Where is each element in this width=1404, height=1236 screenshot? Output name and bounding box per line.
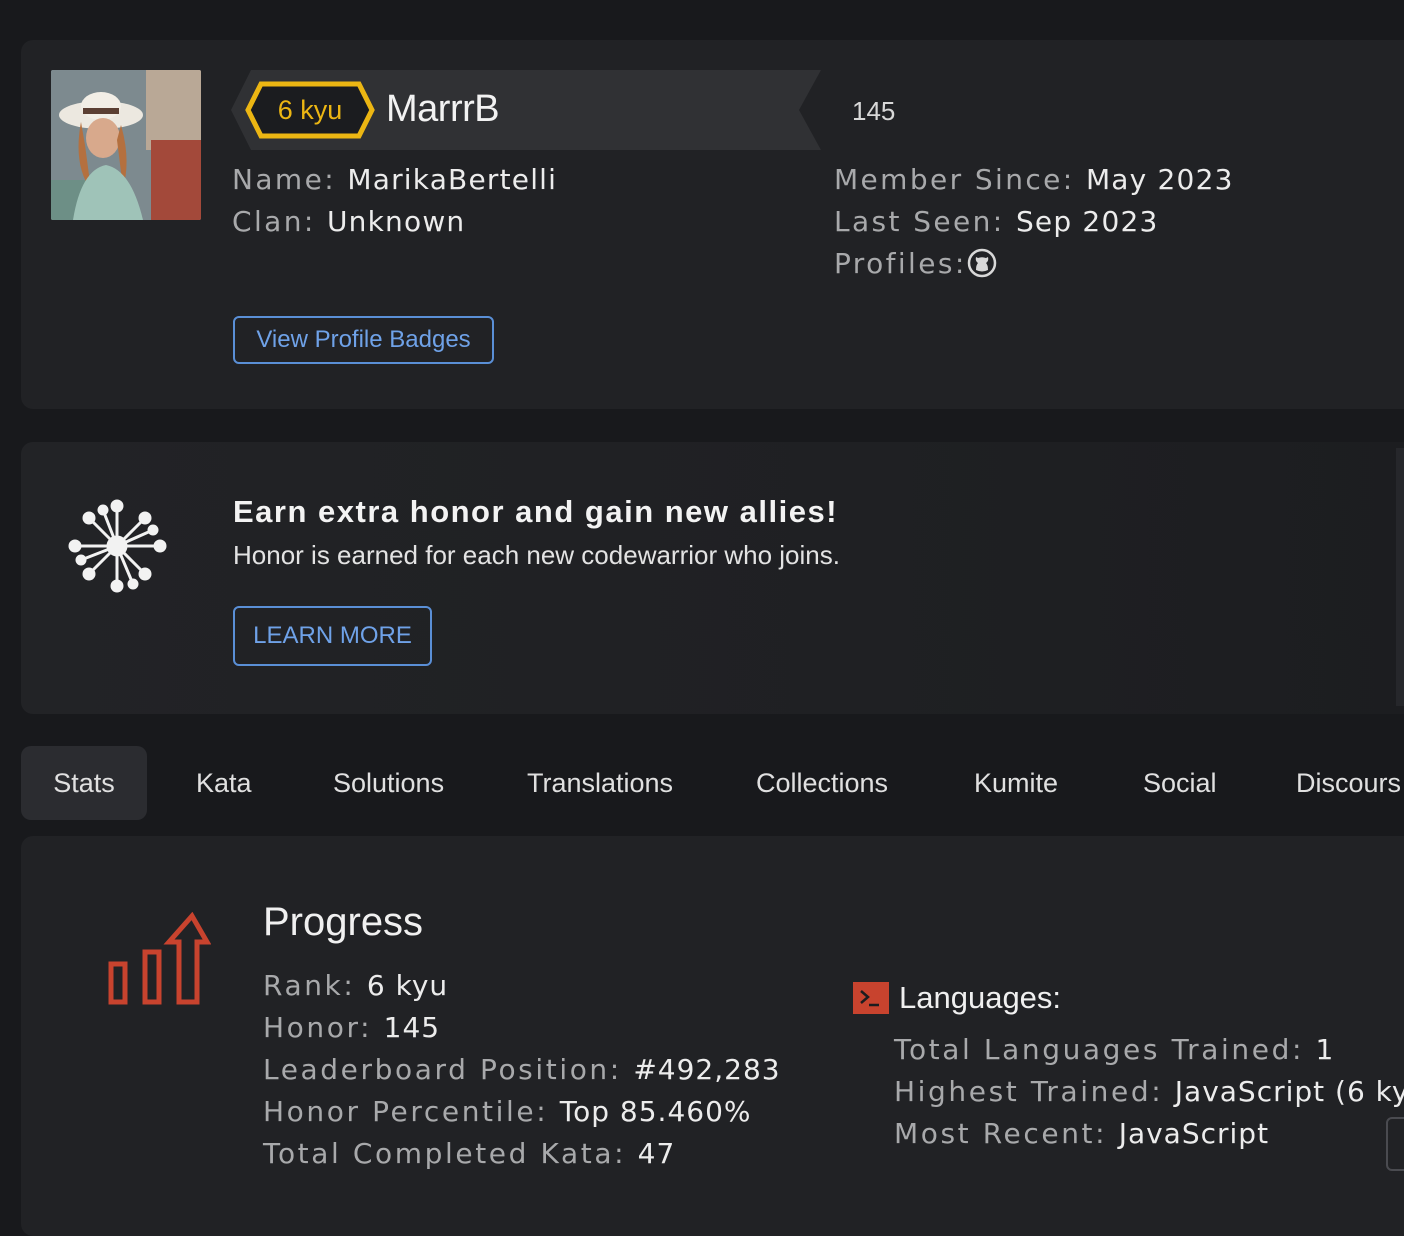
referral-subtitle: Honor is earned for each new codewarrior… xyxy=(233,540,840,570)
percentile-value: Top 85.460% xyxy=(559,1095,752,1128)
profiles-row: Profiles: xyxy=(834,247,997,280)
github-icon[interactable] xyxy=(967,248,997,278)
completed-row: Total Completed Kata: 47 xyxy=(263,1137,675,1170)
total-languages-row: Total Languages Trained: 1 xyxy=(894,1033,1334,1066)
most-recent-label: Most Recent: xyxy=(894,1117,1108,1150)
honor-label: Honor: xyxy=(263,1011,373,1044)
honor-count: 145 xyxy=(852,96,896,126)
network-icon xyxy=(68,499,167,593)
referral-title: Earn extra honor and gain new allies! xyxy=(233,494,839,529)
rank-value: 6 kyu xyxy=(366,969,449,1002)
terminal-icon xyxy=(853,982,889,1014)
tab-kata[interactable]: Kata xyxy=(196,746,252,820)
most-recent-value: JavaScript xyxy=(1118,1117,1270,1150)
total-languages-value: 1 xyxy=(1315,1033,1335,1066)
tab-discourse[interactable]: Discours xyxy=(1296,746,1401,820)
highest-trained-label: Highest Trained: xyxy=(894,1075,1164,1108)
tab-translations[interactable]: Translations xyxy=(527,746,673,820)
username: MarrrB xyxy=(386,88,500,130)
view-profile-badges-button[interactable]: View Profile Badges xyxy=(233,316,494,364)
clan-value: Unknown xyxy=(326,205,466,238)
tab-social[interactable]: Social xyxy=(1143,746,1217,820)
completed-value: 47 xyxy=(637,1137,676,1170)
member-since-value: May 2023 xyxy=(1085,163,1234,196)
rank-row: Rank: 6 kyu xyxy=(263,969,448,1002)
rank-label: Rank: xyxy=(263,969,356,1002)
last-seen-row: Last Seen: Sep 2023 xyxy=(834,205,1159,238)
most-recent-row: Most Recent: JavaScript xyxy=(894,1117,1269,1150)
tab-stats[interactable]: Stats xyxy=(21,746,147,820)
tab-solutions[interactable]: Solutions xyxy=(333,746,444,820)
clan-label: Clan: xyxy=(232,205,316,238)
referral-card: Earn extra honor and gain new allies! Ho… xyxy=(21,442,1404,714)
percentile-label: Honor Percentile: xyxy=(263,1095,549,1128)
leaderboard-row: Leaderboard Position: #492,283 xyxy=(263,1053,781,1086)
name-value: MarikaBertelli xyxy=(347,163,558,196)
honor-value: 145 xyxy=(383,1011,441,1044)
name-label: Name: xyxy=(232,163,337,196)
profile-tabs: Stats Kata Solutions Translations Collec… xyxy=(21,746,1404,820)
percentile-row: Honor Percentile: Top 85.460% xyxy=(263,1095,752,1128)
name-row: Name: MarikaBertelli xyxy=(232,163,557,196)
tab-collections[interactable]: Collections xyxy=(756,746,888,820)
total-languages-label: Total Languages Trained: xyxy=(894,1033,1304,1066)
completed-label: Total Completed Kata: xyxy=(263,1137,627,1170)
languages-title: Languages: xyxy=(899,980,1062,1015)
clan-row: Clan: Unknown xyxy=(232,205,465,238)
scrollbar-edge xyxy=(1396,448,1404,706)
last-seen-value: Sep 2023 xyxy=(1015,205,1159,238)
progress-title: Progress xyxy=(263,900,424,944)
stats-card: Progress Rank: 6 kyu Honor: 145 Leaderbo… xyxy=(21,836,1404,1236)
member-since-row: Member Since: May 2023 xyxy=(834,163,1234,196)
rank-badge: 6 kyu xyxy=(277,94,343,125)
last-seen-label: Last Seen: xyxy=(834,205,1005,238)
leaderboard-label: Leaderboard Position: xyxy=(263,1053,622,1086)
learn-more-button[interactable]: LEARN MORE xyxy=(233,606,432,666)
tab-kumite[interactable]: Kumite xyxy=(974,746,1058,820)
profiles-label: Profiles: xyxy=(834,247,967,280)
rank-banner: 6 kyu MarrrB xyxy=(231,70,821,150)
profile-card: 6 kyu MarrrB 145 Name: MarikaBertelli Cl… xyxy=(21,40,1404,409)
avatar[interactable] xyxy=(51,70,201,220)
avatar-image xyxy=(51,70,201,220)
highest-trained-value: JavaScript (6 kyu) xyxy=(1174,1075,1404,1108)
leaderboard-value: #492,283 xyxy=(633,1053,781,1086)
language-select[interactable] xyxy=(1386,1117,1404,1171)
highest-trained-row: Highest Trained: JavaScript (6 kyu) xyxy=(894,1075,1404,1108)
honor-row: Honor: 145 xyxy=(263,1011,440,1044)
member-since-label: Member Since: xyxy=(834,163,1075,196)
progress-arrow-icon xyxy=(108,912,211,1005)
